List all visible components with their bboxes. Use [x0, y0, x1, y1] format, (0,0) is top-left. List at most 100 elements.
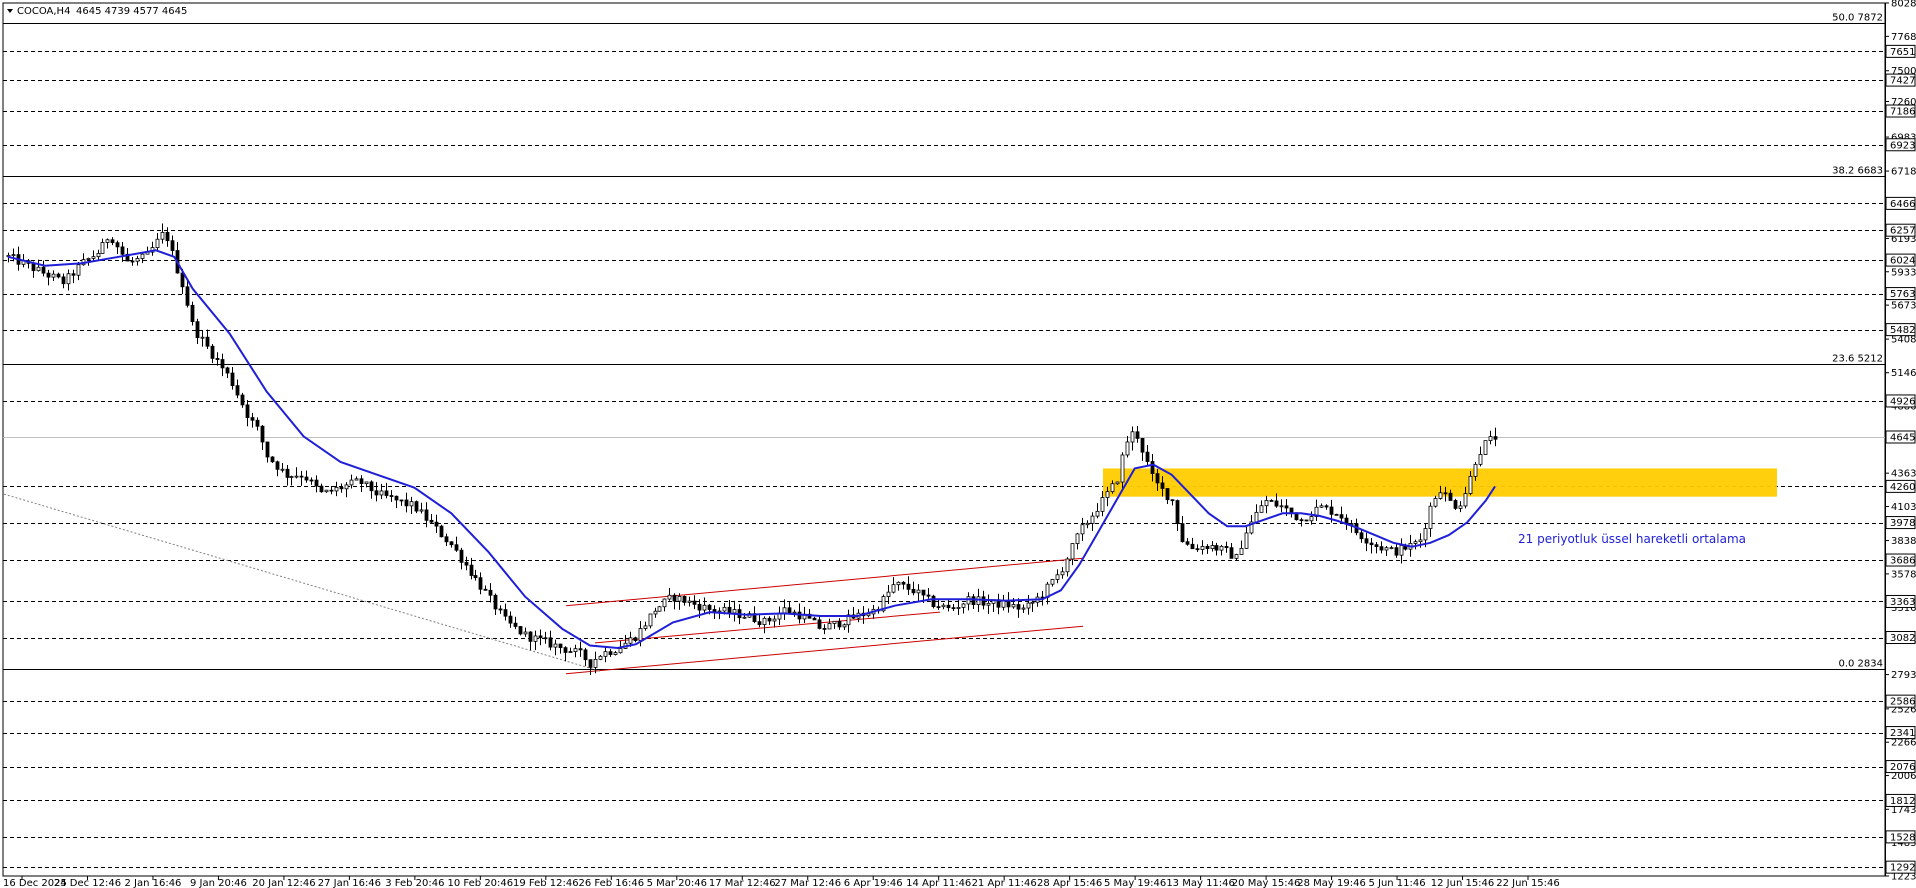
- time-tick-label: 2 Jan 16:46: [124, 878, 181, 888]
- candle-bear: [71, 273, 76, 276]
- time-tick-label: 9 Jan 20:46: [190, 878, 247, 888]
- price-tick-label: 4103: [1891, 502, 1916, 513]
- candle-bull: [533, 635, 538, 642]
- candle-bear: [469, 564, 474, 576]
- candle-bear: [414, 501, 419, 512]
- candle-bull: [1105, 491, 1110, 498]
- candle-bear: [1339, 514, 1344, 519]
- candle-bull: [409, 501, 414, 507]
- candle-bear: [304, 476, 309, 481]
- candle-bear: [1493, 436, 1498, 440]
- candle-bull: [36, 266, 41, 272]
- time-tick-label: 3 Feb 20:46: [385, 878, 444, 888]
- plot-background: [2, 2, 1886, 877]
- level-price-label: 5763: [1890, 289, 1915, 300]
- candle-bull: [722, 606, 727, 612]
- candle-bull: [294, 475, 299, 478]
- level-price-label: 2586: [1890, 697, 1915, 708]
- candle-bear: [931, 595, 936, 608]
- candle-bear: [583, 649, 588, 661]
- candle-bear: [1289, 507, 1294, 514]
- candle-bull: [956, 606, 961, 609]
- time-tick-label: 19 Feb 12:46: [513, 878, 579, 888]
- candle-bear: [921, 589, 926, 596]
- candle-bull: [1085, 522, 1090, 526]
- candle-bear: [130, 260, 135, 263]
- level-price-label: 7186: [1890, 107, 1915, 118]
- candle-bear: [424, 509, 429, 521]
- candle-bull: [1433, 498, 1438, 507]
- candle-bear: [434, 521, 439, 527]
- candle-bull: [792, 611, 797, 614]
- candle-bull: [1030, 601, 1035, 604]
- candle-bull: [896, 581, 901, 586]
- candle-bull: [648, 613, 653, 627]
- candle-bull: [1095, 510, 1100, 517]
- candle-bull: [1055, 574, 1060, 580]
- price-tick-label: 7768: [1891, 32, 1916, 43]
- candle-bear: [936, 606, 941, 609]
- level-price-label: 4260: [1890, 482, 1915, 493]
- candle-bull: [349, 479, 354, 486]
- candle-bull: [1384, 547, 1389, 551]
- ohlc-values: 4645 4739 4577 4645: [76, 6, 187, 17]
- candle-bear: [1269, 500, 1274, 502]
- candle-bull: [827, 623, 832, 630]
- candle-bear: [210, 345, 215, 359]
- candle-bull: [100, 242, 105, 254]
- candle-bull: [1478, 454, 1483, 465]
- price-tick-label: 4363: [1891, 469, 1916, 480]
- candle-bear: [672, 594, 677, 602]
- candle-bull: [1264, 500, 1269, 507]
- candle-bull: [1026, 602, 1031, 609]
- candle-bull: [573, 648, 578, 653]
- candle-bear: [314, 479, 319, 487]
- candle-bull: [1239, 547, 1244, 555]
- price-chart[interactable]: 50.0 7872 38.2 6683 23.6 5212 0.0 2834 8028…: [0, 0, 1916, 888]
- time-tick-label: 22 Jun 15:46: [1496, 878, 1560, 888]
- time-tick-label: 5 May 19:46: [1104, 878, 1166, 888]
- candle-bull: [1254, 511, 1259, 523]
- level-price-label: 3363: [1890, 597, 1915, 608]
- candle-bear: [41, 266, 46, 274]
- time-tick-label: 26 Feb 16:46: [578, 878, 644, 888]
- candle-bear: [812, 617, 817, 621]
- candle-bull: [1234, 554, 1239, 559]
- candle-bear: [205, 336, 210, 347]
- candle-bull: [653, 610, 658, 615]
- candle-bull: [155, 238, 160, 249]
- candle-bear: [190, 304, 195, 323]
- candle-bull: [618, 648, 623, 654]
- candle-bull: [1011, 604, 1016, 608]
- candle-bear: [170, 240, 175, 251]
- candle-bull: [96, 252, 101, 258]
- level-price-label: 3686: [1890, 556, 1915, 567]
- candle-bear: [374, 490, 379, 496]
- candle-bull: [976, 596, 981, 605]
- candle-bear: [588, 659, 593, 668]
- candle-bear: [185, 286, 190, 306]
- time-tick-label: 20 Jan 12:46: [252, 878, 315, 888]
- candle-bear: [787, 607, 792, 614]
- candle-bear: [115, 242, 120, 248]
- candle-bear: [478, 577, 483, 590]
- candle-bear: [439, 525, 444, 538]
- candle-bear: [1448, 492, 1453, 501]
- candle-bear: [707, 604, 712, 610]
- level-price-label: 7427: [1890, 76, 1915, 87]
- candle-bull: [941, 604, 946, 608]
- candle-bull: [334, 486, 339, 492]
- candle-bear: [449, 541, 454, 546]
- candle-bear: [1329, 506, 1334, 515]
- candle-bear: [195, 321, 200, 339]
- candle-bear: [981, 596, 986, 606]
- time-axis: 16 Dec 202524 Dec 12:46 2 Jan 16:46 9 Jan …: [3, 876, 1560, 888]
- candle-bull: [662, 598, 667, 608]
- candle-bull: [1065, 558, 1070, 573]
- candle-bear: [225, 367, 230, 374]
- candle-bull: [886, 591, 891, 597]
- candle-bear: [1394, 547, 1399, 556]
- time-tick-label: 13 May 11:46: [1166, 878, 1235, 888]
- candle-bear: [911, 588, 916, 594]
- time-tick-label: 5 Jun 11:46: [1368, 878, 1425, 888]
